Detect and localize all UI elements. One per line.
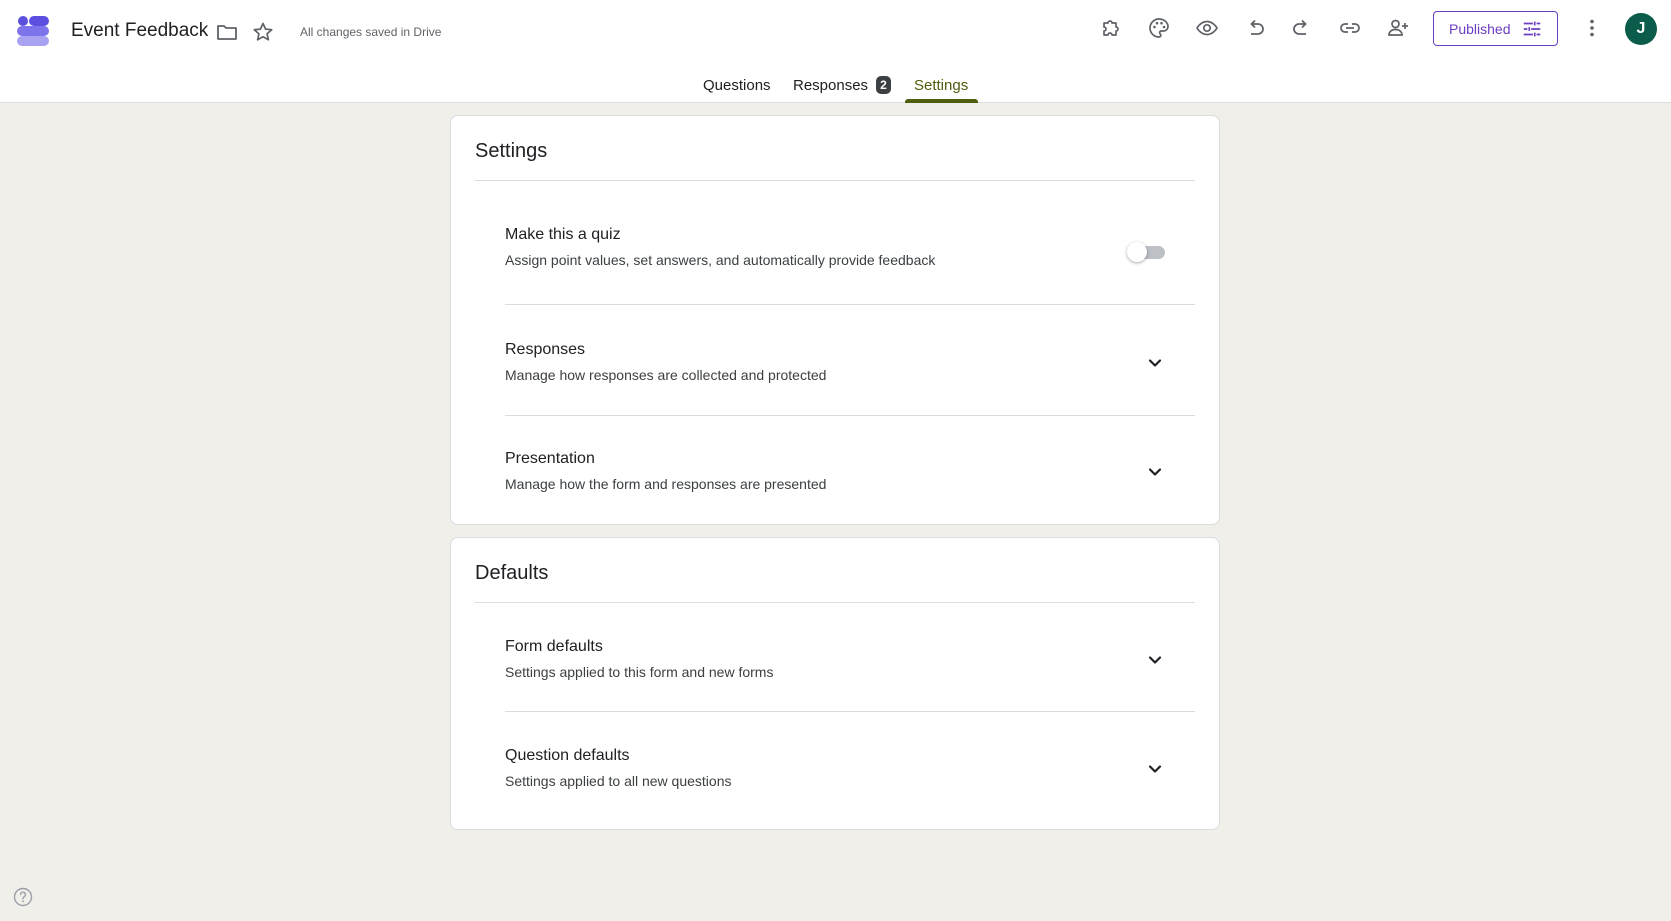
active-tab-indicator (905, 99, 978, 103)
settings-card-title: Settings (475, 140, 548, 162)
redo-icon[interactable] (1288, 14, 1316, 42)
divider (505, 711, 1195, 712)
presentation-setting-title: Presentation (505, 450, 595, 467)
quiz-setting-row: Make this a quiz Assign point values, se… (505, 226, 1195, 274)
eye-icon[interactable] (1193, 14, 1221, 42)
form-defaults-title: Form defaults (505, 638, 603, 655)
undo-icon[interactable] (1241, 14, 1269, 42)
quiz-toggle[interactable] (1127, 240, 1165, 264)
quiz-setting-title: Make this a quiz (505, 226, 621, 243)
document-title[interactable]: Event Feedback (71, 20, 208, 42)
published-label: Published (1449, 20, 1511, 37)
palette-icon[interactable] (1145, 14, 1173, 42)
published-button[interactable]: Published (1433, 11, 1558, 46)
link-icon[interactable] (1336, 14, 1364, 42)
folder-icon[interactable] (213, 18, 241, 46)
question-defaults-description: Settings applied to all new questions (505, 773, 732, 789)
chevron-down-icon[interactable] (1143, 648, 1167, 672)
tab-responses[interactable]: Responses (793, 77, 868, 94)
forms-logo-icon[interactable] (16, 14, 50, 48)
toggle-thumb (1127, 242, 1147, 262)
chevron-down-icon[interactable] (1143, 460, 1167, 484)
tune-icon (1521, 18, 1543, 40)
defaults-card: Defaults Form defaults Settings applied … (450, 537, 1220, 830)
question-defaults-title: Question defaults (505, 747, 630, 764)
star-icon[interactable] (249, 18, 277, 46)
form-defaults-row[interactable]: Form defaults Settings applied to this f… (505, 638, 1195, 686)
divider (475, 180, 1195, 181)
responses-setting-title: Responses (505, 341, 586, 358)
avatar[interactable]: J (1625, 13, 1657, 45)
defaults-card-title: Defaults (475, 562, 549, 584)
more-vert-icon[interactable] (1578, 14, 1606, 42)
top-bar: Event Feedback All changes saved in Driv… (0, 0, 1671, 103)
chevron-down-icon[interactable] (1143, 351, 1167, 375)
puzzle-icon[interactable] (1097, 14, 1125, 42)
help-icon[interactable] (13, 887, 33, 907)
quiz-setting-description: Assign point values, set answers, and au… (505, 252, 936, 268)
presentation-setting-description: Manage how the form and responses are pr… (505, 476, 827, 492)
question-defaults-row[interactable]: Question defaults Settings applied to al… (505, 747, 1195, 795)
tab-questions[interactable]: Questions (703, 77, 771, 94)
chevron-down-icon[interactable] (1143, 757, 1167, 781)
responses-setting-row[interactable]: Responses Manage how responses are colle… (505, 341, 1195, 389)
settings-card: Settings Make this a quiz Assign point v… (450, 115, 1220, 525)
responses-setting-description: Manage how responses are collected and p… (505, 367, 827, 383)
divider (475, 602, 1195, 603)
tab-settings[interactable]: Settings (914, 77, 968, 94)
person-add-icon[interactable] (1384, 14, 1412, 42)
divider (505, 304, 1195, 305)
divider (505, 415, 1195, 416)
form-defaults-description: Settings applied to this form and new fo… (505, 664, 774, 680)
presentation-setting-row[interactable]: Presentation Manage how the form and res… (505, 450, 1195, 498)
save-status: All changes saved in Drive (300, 25, 442, 39)
responses-count-badge: 2 (876, 76, 891, 94)
